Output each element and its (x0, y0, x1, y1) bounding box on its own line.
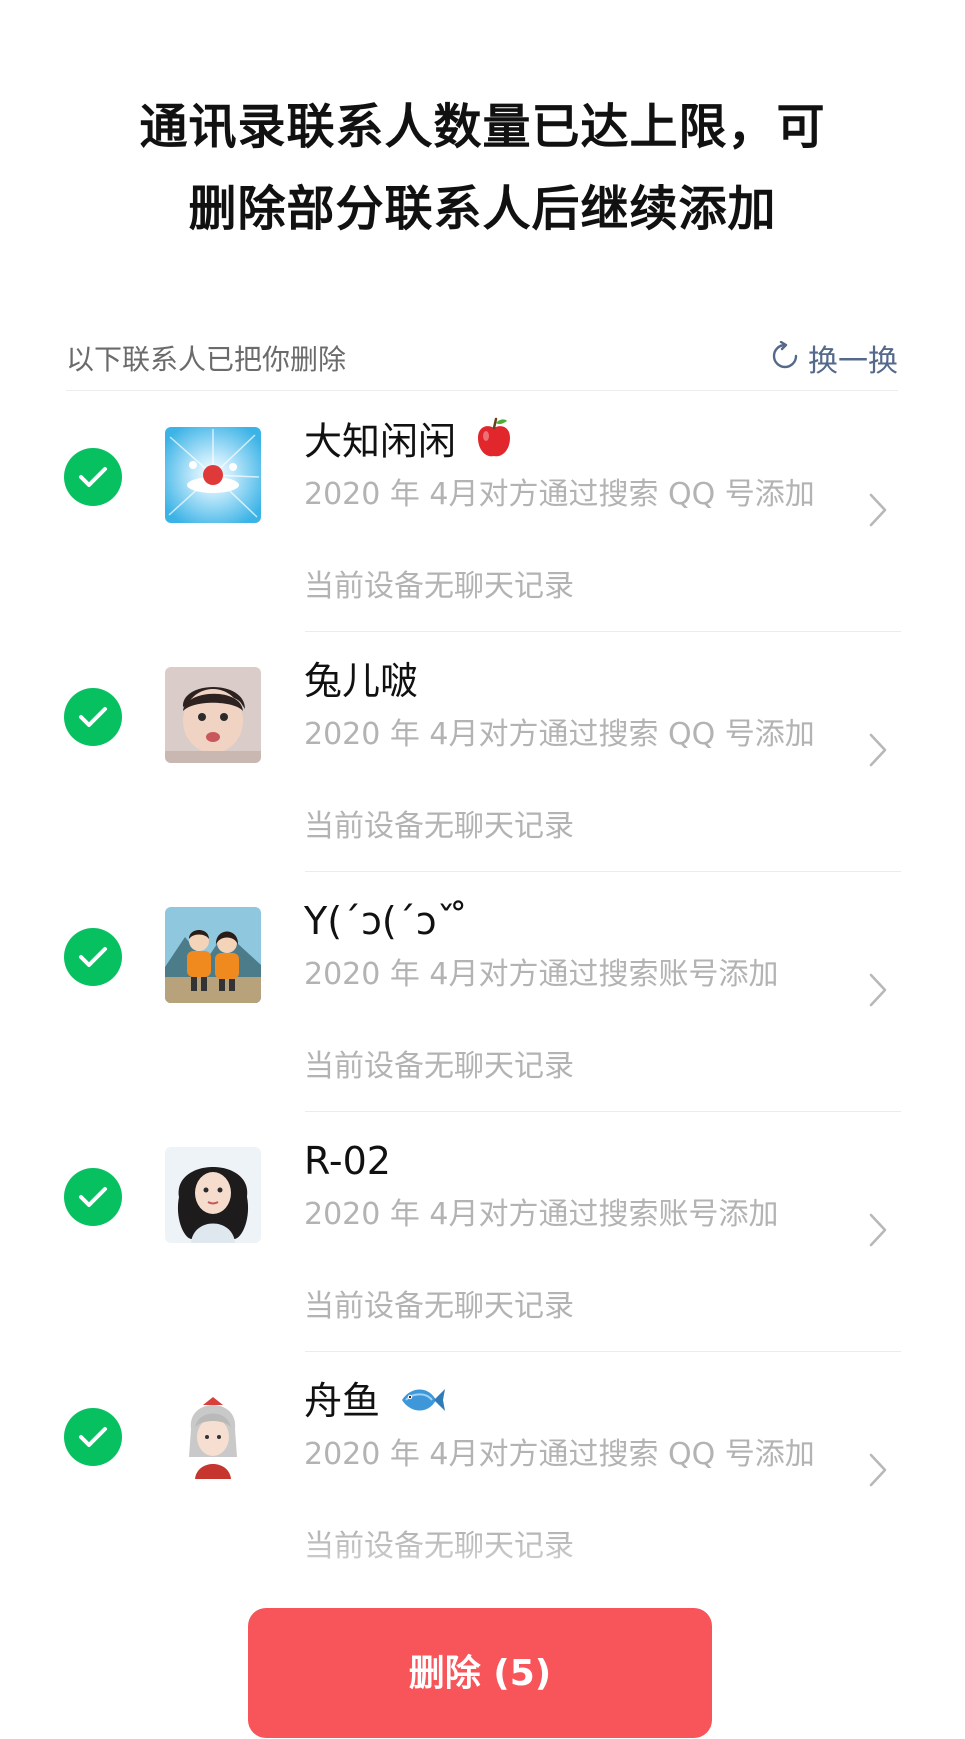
contact-row[interactable]: 舟鱼 2020 年 4月对方通过搜索 QQ 号添加 当前设备无聊天记录 (0, 1352, 965, 1592)
avatar (165, 907, 261, 1003)
contact-source: 2020 年 4月对方通过搜索 QQ 号添加 (304, 1437, 815, 1472)
checkbox-checked-icon[interactable] (64, 1168, 122, 1226)
contact-source: 2020 年 4月对方通过搜索 QQ 号添加 (304, 717, 815, 752)
refresh-button[interactable]: 换一换 (770, 336, 898, 380)
chat-record-note: 当前设备无聊天记录 (304, 569, 574, 604)
avatar (165, 1147, 261, 1243)
chevron-right-icon (868, 1452, 888, 1492)
contact-source: 2020 年 4月对方通过搜索账号添加 (304, 1197, 779, 1232)
refresh-icon (770, 340, 800, 375)
chevron-right-icon (868, 492, 888, 532)
contact-name: 兔儿啵 (304, 659, 419, 703)
contact-row[interactable]: Y(ˊɔ(ˊɔˇ ̊ 2020 年 4月对方通过搜索账号添加 当前设备无聊天记录 (0, 872, 965, 1112)
chevron-right-icon (868, 1212, 888, 1252)
contact-source: 2020 年 4月对方通过搜索账号添加 (304, 957, 779, 992)
contact-list: 大知闲闲 2020 年 4月对方通过搜索 QQ 号添加 当前设备无聊天记录 兔儿… (0, 392, 965, 1592)
checkbox-checked-icon[interactable] (64, 928, 122, 986)
page-title: 通讯录联系人数量已达上限，可 删除部分联系人后继续添加 (60, 86, 905, 250)
chevron-right-icon (868, 732, 888, 772)
chat-record-note: 当前设备无聊天记录 (304, 1289, 574, 1324)
checkbox-checked-icon[interactable] (64, 448, 122, 506)
chat-record-note: 当前设备无聊天记录 (304, 1529, 574, 1564)
chat-record-note: 当前设备无聊天记录 (304, 809, 574, 844)
fish-icon (398, 1379, 446, 1429)
contact-row[interactable]: R-02 2020 年 4月对方通过搜索账号添加 当前设备无聊天记录 (0, 1112, 965, 1352)
chevron-right-icon (868, 972, 888, 1012)
avatar (165, 667, 261, 763)
refresh-label: 换一换 (808, 344, 898, 379)
contact-name: R-02 (304, 1139, 391, 1183)
title-line-1: 通讯录联系人数量已达上限，可 (139, 99, 826, 155)
section-header: 以下联系人已把你删除 换一换 (66, 330, 898, 391)
avatar (165, 427, 261, 523)
delete-button[interactable]: 删除 (5) (248, 1608, 712, 1738)
apple-icon (474, 416, 514, 472)
contact-row[interactable]: 大知闲闲 2020 年 4月对方通过搜索 QQ 号添加 当前设备无聊天记录 (0, 392, 965, 632)
section-label: 以下联系人已把你删除 (66, 343, 347, 376)
checkbox-checked-icon[interactable] (64, 1408, 122, 1466)
contact-row[interactable]: 兔儿啵 2020 年 4月对方通过搜索 QQ 号添加 当前设备无聊天记录 (0, 632, 965, 872)
avatar (165, 1387, 261, 1483)
chat-record-note: 当前设备无聊天记录 (304, 1049, 574, 1084)
title-line-2: 删除部分联系人后继续添加 (188, 181, 777, 237)
contact-name: 大知闲闲 (304, 416, 514, 472)
contact-name: Y(ˊɔ(ˊɔˇ ̊ (304, 899, 468, 943)
checkbox-checked-icon[interactable] (64, 688, 122, 746)
contact-name: 舟鱼 (304, 1376, 446, 1429)
contact-source: 2020 年 4月对方通过搜索 QQ 号添加 (304, 477, 815, 512)
